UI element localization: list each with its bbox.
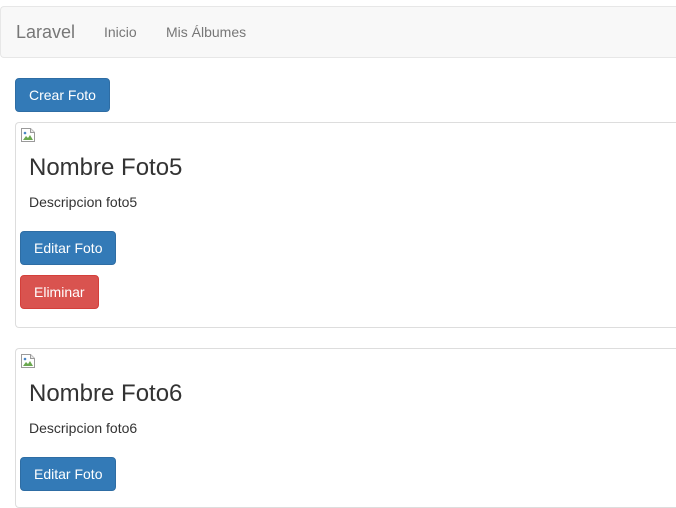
photo-card: Nombre Foto5 Descripcion foto5 Editar Fo… xyxy=(15,122,676,328)
broken-image-icon xyxy=(21,128,35,142)
nav-link-mis-albumes[interactable]: Mis Álbumes xyxy=(166,23,246,41)
photo-description: Descripcion foto6 xyxy=(29,420,138,436)
photo-title: Nombre Foto5 xyxy=(29,154,183,181)
photo-card: Nombre Foto6 Descripcion foto6 Editar Fo… xyxy=(15,348,676,508)
edit-photo-button[interactable]: Editar Foto xyxy=(20,231,117,265)
brand-link[interactable]: Laravel xyxy=(16,22,75,42)
create-photo-button[interactable]: Crear Foto xyxy=(15,78,110,112)
photo-title: Nombre Foto6 xyxy=(29,380,183,407)
delete-photo-button[interactable]: Eliminar xyxy=(20,275,99,309)
broken-image-icon xyxy=(21,354,35,368)
edit-photo-button[interactable]: Editar Foto xyxy=(20,457,117,491)
nav-link-inicio[interactable]: Inicio xyxy=(104,23,137,41)
navbar: Laravel Inicio Mis Álbumes xyxy=(0,6,676,58)
photo-description: Descripcion foto5 xyxy=(29,194,138,210)
